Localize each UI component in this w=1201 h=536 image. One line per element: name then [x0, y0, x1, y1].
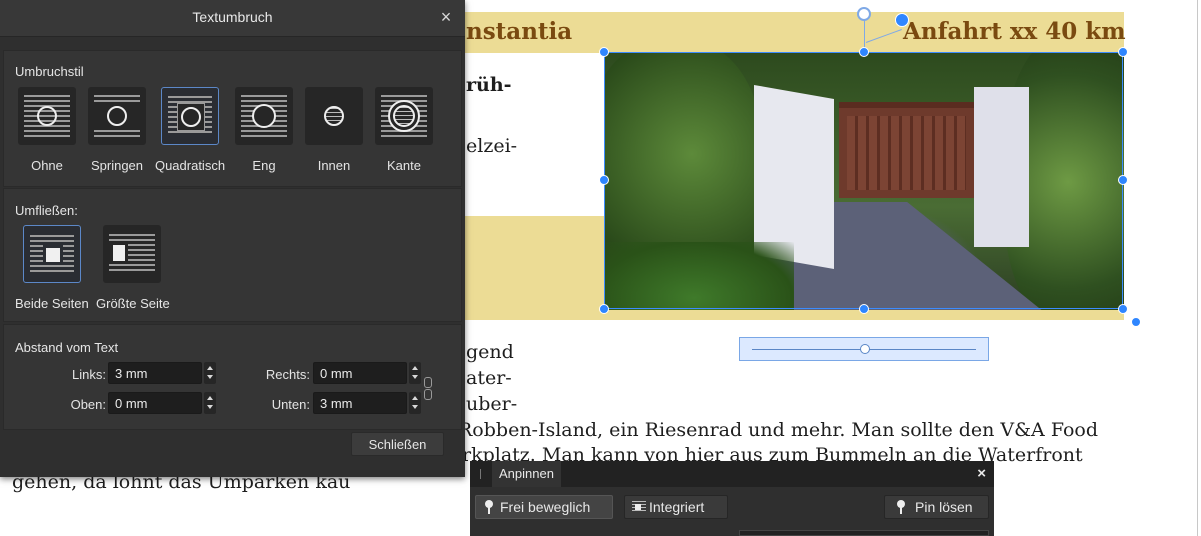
heading-right: Anfahrt xx 40 km: [903, 18, 1126, 45]
resize-handle-tm[interactable]: [859, 47, 869, 57]
distance-section: Abstand vom Text Links: Rechts: Oben: Un…: [3, 324, 462, 430]
right-label: Rechts:: [265, 367, 310, 382]
text-wrap-dialog: Textumbruch × Umbruchstil Ohne Springen …: [0, 0, 465, 477]
left-label: Links:: [72, 367, 106, 382]
wrap-square-button[interactable]: [161, 87, 219, 145]
integrated-button[interactable]: Integriert: [624, 495, 728, 519]
resize-handle-mr[interactable]: [1118, 175, 1128, 185]
hidden-field: [739, 530, 989, 536]
wrap-jump-button[interactable]: [88, 87, 146, 145]
grip-icon[interactable]: [480, 469, 481, 479]
unpin-icon: [897, 500, 905, 514]
flow-largest-side-label: Größte Seite: [96, 296, 170, 311]
integrated-label: Integriert: [649, 499, 705, 515]
resize-handle-br[interactable]: [1118, 304, 1128, 314]
left-cover: [109, 243, 113, 263]
slider-knob[interactable]: [860, 344, 870, 354]
object-icon: [46, 248, 60, 262]
text-fragment: elzei-: [466, 135, 518, 157]
wrap-square-label: Quadratisch: [154, 158, 226, 173]
tab-anpinnen[interactable]: Anpinnen: [492, 461, 561, 487]
flow-largest-side-button[interactable]: [103, 225, 161, 283]
dialog-titlebar[interactable]: Textumbruch ×: [0, 0, 465, 37]
flow-label: Umfließen:: [15, 203, 78, 218]
wrap-edge-button[interactable]: [375, 87, 433, 145]
unpin-button[interactable]: Pin lösen: [884, 495, 989, 519]
circle-icon: [252, 104, 276, 128]
page-edge: [1197, 0, 1198, 536]
close-icon[interactable]: ×: [435, 6, 457, 28]
inline-slider[interactable]: [739, 337, 989, 361]
wrap-tight-button[interactable]: [235, 87, 293, 145]
side-band: [465, 216, 605, 320]
circle-icon: [107, 106, 127, 126]
circle-icon: [324, 106, 344, 126]
gate-photo[interactable]: [604, 52, 1124, 310]
close-dialog-button[interactable]: Schließen: [351, 432, 444, 456]
photo-wall: [974, 87, 1029, 247]
flow-section: Umfließen: Beide Seiten Größte Seite: [3, 188, 462, 322]
wrap-inside-button[interactable]: [305, 87, 363, 145]
bottom-label: Unten:: [271, 397, 310, 412]
close-icon[interactable]: ×: [977, 465, 986, 482]
body-line: Robben-Island, ein Riesenrad und mehr. M…: [458, 419, 1099, 441]
text-fragment: uber-: [466, 393, 518, 415]
pin-panel-tabbar: Anpinnen ×: [470, 461, 994, 487]
left-distance-input[interactable]: [108, 362, 202, 384]
resize-handle-tr[interactable]: [1118, 47, 1128, 57]
wrap-none-label: Ohne: [31, 158, 63, 173]
text-fragment: gend: [466, 341, 514, 363]
flow-both-sides-label: Beide Seiten: [15, 296, 89, 311]
frame-handle[interactable]: [1131, 317, 1141, 327]
integrated-icon: [632, 501, 646, 513]
top-distance-input[interactable]: [108, 392, 202, 414]
circle-icon: [181, 107, 201, 127]
photo-fern: [604, 242, 794, 310]
wrap-style-label: Umbruchstil: [15, 64, 84, 79]
text-fragment: ater-: [466, 367, 512, 389]
wrap-tight-label: Eng: [252, 158, 276, 173]
right-distance-stepper[interactable]: [409, 362, 421, 384]
circle-icon: [37, 106, 57, 126]
wrap-none-button[interactable]: [18, 87, 76, 145]
bottom-distance-input[interactable]: [313, 392, 407, 414]
text-fragment: rüh-: [466, 74, 512, 96]
left-distance-stepper[interactable]: [204, 362, 216, 384]
wrap-jump-label: Springen: [90, 158, 144, 173]
free-floating-label: Frei beweglich: [500, 499, 591, 515]
top-label: Oben:: [70, 397, 106, 412]
distance-label: Abstand vom Text: [15, 340, 119, 355]
object-icon: [113, 245, 125, 261]
pin-panel: Anpinnen × Frei beweglich Integriert Pin…: [470, 461, 994, 536]
wrap-edge-label: Kante: [387, 158, 421, 173]
wrap-inside-label: Innen: [317, 158, 351, 173]
top-distance-stepper[interactable]: [204, 392, 216, 414]
free-floating-button[interactable]: Frei beweglich: [475, 495, 613, 519]
resize-handle-ml[interactable]: [599, 175, 609, 185]
heading-left: nstantia: [466, 18, 573, 45]
resize-handle-tl[interactable]: [599, 47, 609, 57]
pin-handle[interactable]: [895, 13, 909, 27]
resize-handle-bl[interactable]: [599, 304, 609, 314]
chain-link-icon[interactable]: [424, 376, 432, 400]
bottom-distance-stepper[interactable]: [409, 392, 421, 414]
resize-handle-bm[interactable]: [859, 304, 869, 314]
right-distance-input[interactable]: [313, 362, 407, 384]
circle-icon: [393, 105, 415, 127]
pin-icon: [485, 500, 493, 514]
dialog-title: Textumbruch: [192, 9, 273, 25]
wrap-style-section: Umbruchstil Ohne Springen Quadratisch En…: [3, 50, 462, 187]
flow-both-sides-button[interactable]: [23, 225, 81, 283]
rotation-handle[interactable]: [857, 7, 871, 21]
photo-gate: [839, 102, 974, 198]
unpin-label: Pin lösen: [915, 499, 973, 515]
